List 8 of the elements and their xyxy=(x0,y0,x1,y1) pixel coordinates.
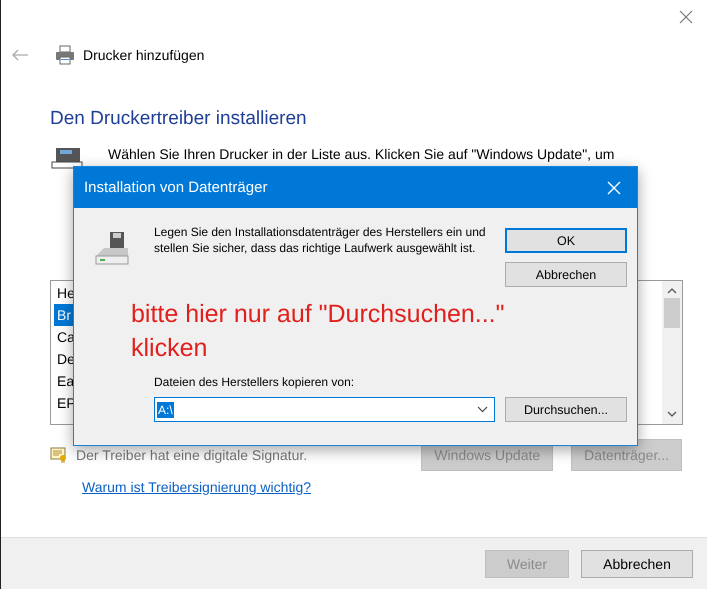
field-label: Dateien des Herstellers kopieren von: xyxy=(154,375,356,389)
window-title: Drucker hinzufügen xyxy=(83,47,204,63)
instruction-text: Wählen Sie Ihren Drucker in der Liste aus. Klicken Sie auf "Windows Update", um xyxy=(108,146,614,162)
dialog-message: Legen Sie den Installationsdatenträger des Herstellers ein und stellen Sie sicher, dass das richtige Laufwerk ausgewählt ist. xyxy=(154,224,487,256)
dialog-title: Installation von Datenträger xyxy=(84,179,268,196)
annotation-text: bitte hier nur auf "Durchsuchen..." klicken xyxy=(131,299,506,364)
signature-text: Der Treiber hat eine digitale Signatur. xyxy=(76,447,308,463)
page-heading: Den Druckertreiber installieren xyxy=(50,108,308,130)
